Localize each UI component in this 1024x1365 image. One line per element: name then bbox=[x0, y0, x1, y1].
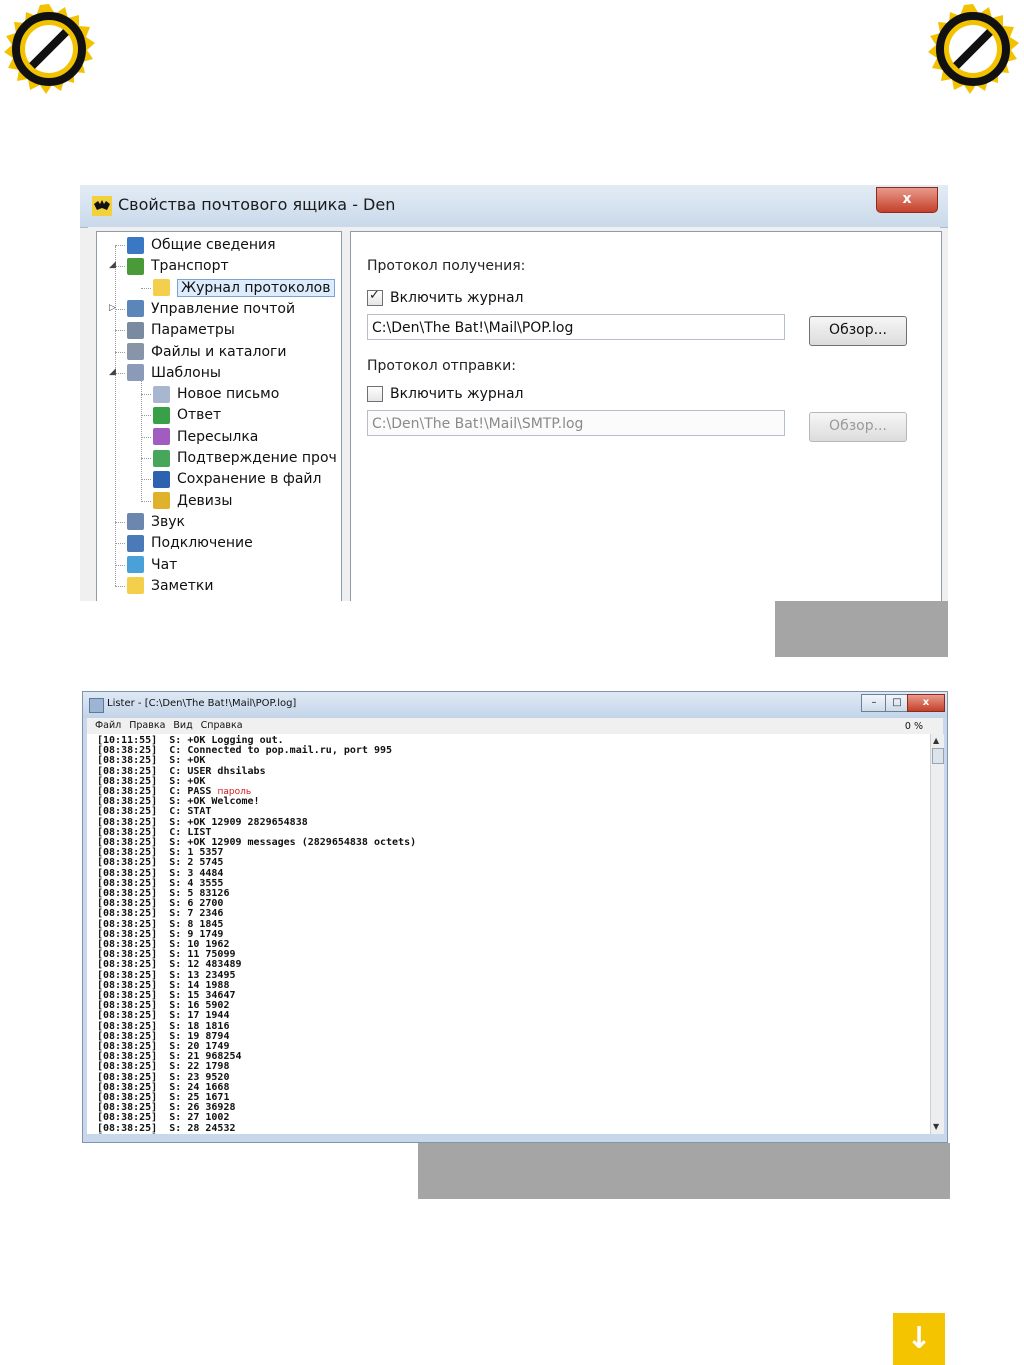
reply-icon bbox=[153, 406, 170, 424]
tree-item[interactable]: Чат bbox=[127, 555, 177, 575]
menu-help[interactable]: Справка bbox=[201, 718, 243, 734]
tree-item[interactable]: Подтверждение проч bbox=[153, 448, 337, 468]
lister-titlebar[interactable]: Lister - [C:\Den\The Bat!\Mail\POP.log] … bbox=[83, 692, 947, 718]
lister-close-button[interactable]: x bbox=[907, 694, 945, 712]
templates-icon bbox=[127, 364, 144, 382]
save-file-icon bbox=[153, 470, 170, 488]
scroll-up-icon[interactable]: ▲ bbox=[933, 736, 939, 745]
checkbox-unchecked-icon[interactable] bbox=[367, 386, 383, 402]
folder-icon bbox=[153, 279, 170, 297]
chat-icon bbox=[127, 556, 144, 573]
tree-expander-icon[interactable]: ▷ bbox=[109, 303, 116, 313]
scroll-thumb[interactable] bbox=[932, 748, 944, 764]
settings-tree: Общие сведения ◢ Транспорт Журнал протоколо… bbox=[96, 231, 342, 601]
receive-protocol-heading: Протокол получения: bbox=[367, 258, 526, 274]
the-bat-app-icon bbox=[92, 196, 112, 216]
tree-item-label: Чат bbox=[151, 556, 178, 573]
tree-item-label: Управление почтой bbox=[151, 300, 296, 317]
send-log-checkbox-label: Включить журнал bbox=[390, 386, 524, 402]
tree-item[interactable]: Журнал протоколов bbox=[153, 278, 335, 298]
menu-view[interactable]: Вид bbox=[173, 718, 192, 734]
tree-item[interactable]: Сохранение в файл bbox=[153, 469, 321, 489]
log-timestamp: [08:38:25] bbox=[97, 1133, 157, 1134]
menu-edit[interactable]: Правка bbox=[129, 718, 165, 734]
tree-item[interactable]: Управление почтой bbox=[127, 299, 295, 319]
send-log-checkbox[interactable]: Включить журнал bbox=[367, 386, 524, 402]
connection-icon bbox=[127, 534, 144, 552]
lister-menubar: Файл Правка Вид Справка 0 % bbox=[87, 718, 943, 734]
menu-file[interactable]: Файл bbox=[95, 718, 121, 734]
tree-item-label: Пересылка bbox=[177, 428, 259, 445]
tree-item[interactable]: Новое письмо bbox=[153, 384, 279, 404]
window-titlebar[interactable]: Свойства почтового ящика - Den x bbox=[80, 185, 948, 228]
send-browse-button[interactable]: Обзор... bbox=[809, 412, 907, 442]
mailbox-properties-window: Свойства почтового ящика - Den x Общие с… bbox=[80, 185, 948, 601]
lister-window: Lister - [C:\Den\The Bat!\Mail\POP.log] … bbox=[82, 691, 948, 1143]
tree-item[interactable]: Шаблоны bbox=[127, 363, 221, 383]
tree-item[interactable]: Параметры bbox=[127, 320, 235, 340]
tree-item-label: Общие сведения bbox=[151, 237, 276, 253]
files-icon bbox=[127, 343, 144, 360]
log-message: S: 29 3262 bbox=[169, 1133, 229, 1134]
dialog-client-area: Общие сведения ◢ Транспорт Журнал протоколо… bbox=[88, 227, 942, 601]
tree-expander-icon[interactable]: ◢ bbox=[109, 260, 116, 270]
log-text-area[interactable]: [10:11:55] S: +OK Logging out. [08:38:25]… bbox=[87, 734, 930, 1134]
mail-management-icon bbox=[127, 300, 144, 318]
scroll-percent: 0 % bbox=[904, 721, 923, 732]
tree-item[interactable]: Файлы и каталоги bbox=[127, 342, 286, 362]
tree-item-label: Журнал протоколов bbox=[177, 278, 335, 297]
window-close-button[interactable]: x bbox=[876, 187, 938, 213]
tree-item-label: Звук bbox=[151, 513, 185, 530]
scroll-down-arrow-button[interactable]: ↓ bbox=[893, 1313, 945, 1365]
tree-item-label: Подключение bbox=[151, 535, 253, 552]
tree-expander-icon[interactable]: ◢ bbox=[109, 367, 116, 377]
tree-item[interactable]: Пересылка bbox=[153, 427, 258, 447]
tree-item-label: Подтверждение проч bbox=[177, 450, 337, 466]
new-letter-icon bbox=[153, 385, 170, 403]
receive-log-checkbox-label: Включить журнал bbox=[390, 290, 524, 306]
tree-item[interactable]: Девизы bbox=[153, 491, 232, 511]
checkbox-checked-icon[interactable] bbox=[367, 288, 383, 306]
caption-placeholder-2 bbox=[418, 1143, 950, 1199]
tree-item[interactable]: Заметки bbox=[127, 576, 213, 596]
tree-item[interactable]: Общие сведения bbox=[127, 235, 276, 255]
info-icon bbox=[127, 236, 144, 254]
tree-item-label: Заметки bbox=[151, 577, 214, 594]
receive-log-path-input[interactable]: C:\Den\The Bat!\Mail\POP.log bbox=[367, 314, 785, 340]
send-log-path-input[interactable]: C:\Den\The Bat!\Mail\SMTP.log bbox=[367, 410, 785, 436]
vertical-scrollbar[interactable]: ▲ ▼ bbox=[930, 734, 944, 1134]
tree-item-label: Новое письмо bbox=[177, 386, 280, 403]
tree-item-label: Транспорт bbox=[151, 258, 229, 275]
window-title: Свойства почтового ящика - Den bbox=[118, 195, 396, 214]
caption-placeholder-1 bbox=[775, 601, 948, 657]
transport-icon bbox=[127, 257, 144, 275]
send-protocol-heading: Протокол отправки: bbox=[367, 358, 516, 374]
tree-item-label: Сохранение в файл bbox=[177, 471, 322, 488]
tree-item[interactable]: Транспорт bbox=[127, 256, 229, 276]
minimize-button[interactable]: – bbox=[861, 694, 887, 712]
sound-icon bbox=[127, 513, 144, 531]
parameters-icon bbox=[127, 321, 144, 339]
lister-app-icon bbox=[89, 698, 104, 713]
log-settings-panel: Протокол получения: Включить журнал C:\D… bbox=[350, 231, 942, 601]
tree-item-label: Шаблоны bbox=[151, 364, 221, 381]
lister-title: Lister - [C:\Den\The Bat!\Mail\POP.log] bbox=[107, 698, 297, 709]
tree-item[interactable]: Звук bbox=[127, 512, 185, 532]
tree-item-label: Девизы bbox=[177, 492, 233, 509]
no-entry-badge-left-icon bbox=[2, 2, 96, 96]
tree-item-label: Ответ bbox=[177, 407, 222, 424]
mottos-icon bbox=[153, 492, 170, 510]
receive-browse-button[interactable]: Обзор... bbox=[809, 316, 907, 346]
scroll-down-icon[interactable]: ▼ bbox=[933, 1122, 939, 1131]
confirm-icon bbox=[153, 449, 170, 467]
forward-icon bbox=[153, 428, 170, 446]
no-entry-badge-right-icon bbox=[926, 2, 1020, 96]
tree-item[interactable]: Подключение bbox=[127, 533, 253, 553]
tree-item-label: Файлы и каталоги bbox=[151, 343, 287, 360]
receive-log-checkbox[interactable]: Включить журнал bbox=[367, 288, 524, 306]
notes-icon bbox=[127, 577, 144, 595]
tree-item[interactable]: Ответ bbox=[153, 405, 221, 425]
maximize-button[interactable]: □ bbox=[885, 694, 909, 712]
tree-item-label: Параметры bbox=[151, 322, 235, 339]
